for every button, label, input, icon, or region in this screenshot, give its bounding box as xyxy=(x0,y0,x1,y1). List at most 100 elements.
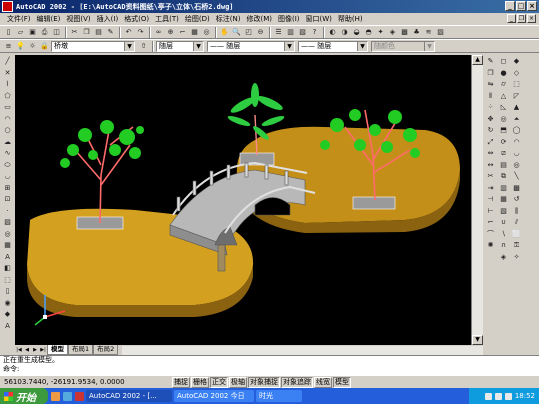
mirror-icon[interactable]: ⇋ xyxy=(485,79,496,91)
circle-icon[interactable]: ○ xyxy=(2,125,13,137)
join-icon[interactable]: ⊢ xyxy=(485,206,496,218)
dome-icon[interactable]: ◠ xyxy=(511,137,522,149)
command-window[interactable]: 正在重生成模型。 命令: xyxy=(0,355,539,376)
tab-layout1[interactable]: 布局1 xyxy=(68,345,94,355)
copy-object-icon[interactable]: ❐ xyxy=(485,68,496,80)
revision-cloud-icon[interactable]: ☁ xyxy=(2,137,13,149)
make-object-layer-current-icon[interactable]: ⇧ xyxy=(138,41,149,52)
torus-icon[interactable]: ◎ xyxy=(498,114,509,126)
subtract-icon[interactable]: ∖ xyxy=(498,229,509,241)
mesh-wedge-icon[interactable]: ◸ xyxy=(511,91,522,103)
scene-icon[interactable]: ▩ xyxy=(399,27,410,38)
tab-prev-icon[interactable]: ◀ xyxy=(23,346,31,354)
grid-toggle[interactable]: 栅格 xyxy=(191,376,209,388)
command-prompt[interactable]: 命令: xyxy=(3,365,539,374)
background-icon[interactable]: ▨ xyxy=(435,27,446,38)
taskbar-item-shiguang[interactable]: 时光 xyxy=(256,390,302,402)
2d-solid-icon[interactable]: ◆ xyxy=(511,56,522,68)
color-dropdown[interactable]: 随层 ▼ xyxy=(156,40,204,52)
union-icon[interactable]: ∪ xyxy=(498,217,509,229)
insert-block-icon[interactable]: ⊞ xyxy=(2,183,13,195)
hyperlink-icon[interactable]: ∞ xyxy=(153,27,164,38)
save-icon[interactable]: ▣ xyxy=(27,27,38,38)
arc-icon[interactable]: ◠ xyxy=(2,114,13,126)
section-icon[interactable]: ▤ xyxy=(498,160,509,172)
ellipse-arc-icon[interactable]: ◡ xyxy=(2,171,13,183)
menu-dimension[interactable]: 标注(N) xyxy=(213,14,244,24)
tray-volume-icon[interactable] xyxy=(494,392,502,400)
3d-mesh-icon[interactable]: ▩ xyxy=(511,183,522,195)
redo-icon[interactable]: ↷ xyxy=(135,27,146,38)
tab-model[interactable]: 模型 xyxy=(47,345,68,355)
polygon-icon[interactable]: ⬠ xyxy=(2,91,13,103)
menu-image[interactable]: 图像(I) xyxy=(275,14,303,24)
hide-icon[interactable]: ◒ xyxy=(351,27,362,38)
menu-help[interactable]: 帮助(H) xyxy=(335,14,366,24)
minimize-button[interactable]: _ xyxy=(505,1,515,11)
layer-manager-icon[interactable]: ≡ xyxy=(3,41,14,52)
rotate-icon[interactable]: ↻ xyxy=(485,125,496,137)
ucs-icon[interactable]: ⌐ xyxy=(177,27,188,38)
revolved-surface-icon[interactable]: ↺ xyxy=(511,194,522,206)
tab-next-icon[interactable]: ▶ xyxy=(31,346,39,354)
ortho-toggle[interactable]: 正交 xyxy=(210,376,228,388)
snap-toggle[interactable]: 捕捉 xyxy=(172,376,190,388)
help-icon[interactable]: ? xyxy=(309,27,320,38)
pan-icon[interactable]: ✋ xyxy=(219,27,230,38)
tray-network-icon[interactable] xyxy=(484,392,492,400)
chamfer-icon[interactable]: ⌐ xyxy=(485,217,496,229)
break-icon[interactable]: ⊣ xyxy=(485,194,496,206)
render-icon[interactable]: ◑ xyxy=(339,27,350,38)
print-icon[interactable]: ⎙ xyxy=(39,27,50,38)
mesh-sphere-icon[interactable]: ◯ xyxy=(511,125,522,137)
chevron-down-icon[interactable]: ▼ xyxy=(357,41,367,51)
otrack-toggle[interactable]: 对象追踪 xyxy=(281,376,313,388)
ellipse-icon[interactable]: ⬭ xyxy=(2,160,13,172)
move-icon[interactable]: ✥ xyxy=(485,114,496,126)
menu-view[interactable]: 视图(V) xyxy=(63,14,93,24)
intersect-icon[interactable]: ∩ xyxy=(498,240,509,252)
sphere-icon[interactable]: ● xyxy=(498,68,509,80)
slice-icon[interactable]: ⧄ xyxy=(498,148,509,160)
mesh-torus-icon[interactable]: ◎ xyxy=(511,160,522,172)
trim-icon[interactable]: ✂ xyxy=(485,171,496,183)
chevron-down-icon[interactable]: ▼ xyxy=(193,41,203,51)
point-icon[interactable]: · xyxy=(2,206,13,218)
osnap-toggle[interactable]: 对象捕捉 xyxy=(248,376,280,388)
chevron-down-icon[interactable]: ▼ xyxy=(284,41,294,51)
menu-tools[interactable]: 工具(T) xyxy=(152,14,182,24)
tray-ime-icon[interactable] xyxy=(504,392,512,400)
named-views-icon[interactable]: ▦ xyxy=(189,27,200,38)
menu-file[interactable]: 文件(F) xyxy=(4,14,34,24)
menu-modify[interactable]: 修改(M) xyxy=(243,14,275,24)
tab-last-icon[interactable]: ▶| xyxy=(39,346,47,354)
fillet-icon[interactable]: ⌒ xyxy=(485,229,496,241)
scroll-up-icon[interactable]: ▲ xyxy=(472,55,483,65)
boundary-icon[interactable]: ⬚ xyxy=(2,275,13,287)
array-icon[interactable]: ⁘ xyxy=(485,102,496,114)
cone-icon[interactable]: △ xyxy=(498,91,509,103)
box-icon[interactable]: ◻ xyxy=(498,56,509,68)
donut-icon[interactable]: ◉ xyxy=(2,298,13,310)
start-button[interactable]: 开始 xyxy=(0,388,48,404)
horizontal-scrollbar[interactable] xyxy=(122,345,483,355)
view-cube-icon[interactable]: ◓ xyxy=(363,27,374,38)
wedge-icon[interactable]: ◺ xyxy=(498,102,509,114)
menu-edit[interactable]: 编辑(E) xyxy=(34,14,64,24)
lineweight-toggle[interactable]: 线宽 xyxy=(314,376,332,388)
quicklaunch-media-icon[interactable] xyxy=(75,391,84,401)
wipeout-icon[interactable]: ▯ xyxy=(2,286,13,298)
polyline-icon[interactable]: ⌇ xyxy=(2,79,13,91)
mesh-box-icon[interactable]: ⬚ xyxy=(511,79,522,91)
spline-icon[interactable]: ∿ xyxy=(2,148,13,160)
polar-toggle[interactable]: 极轴 xyxy=(229,376,247,388)
lights-icon[interactable]: ✦ xyxy=(375,27,386,38)
lock-icon[interactable]: ⚿ xyxy=(511,240,522,252)
shade-icon[interactable]: ◐ xyxy=(327,27,338,38)
paste-icon[interactable]: ▤ xyxy=(93,27,104,38)
chevron-down-icon[interactable]: ▼ xyxy=(124,41,134,51)
cylinder-icon[interactable]: ⌭ xyxy=(498,79,509,91)
drawing-viewport[interactable] xyxy=(15,55,471,345)
layer-dropdown[interactable]: 桥墩 ▼ xyxy=(51,40,135,52)
doc-minimize-button[interactable]: _ xyxy=(507,14,516,23)
